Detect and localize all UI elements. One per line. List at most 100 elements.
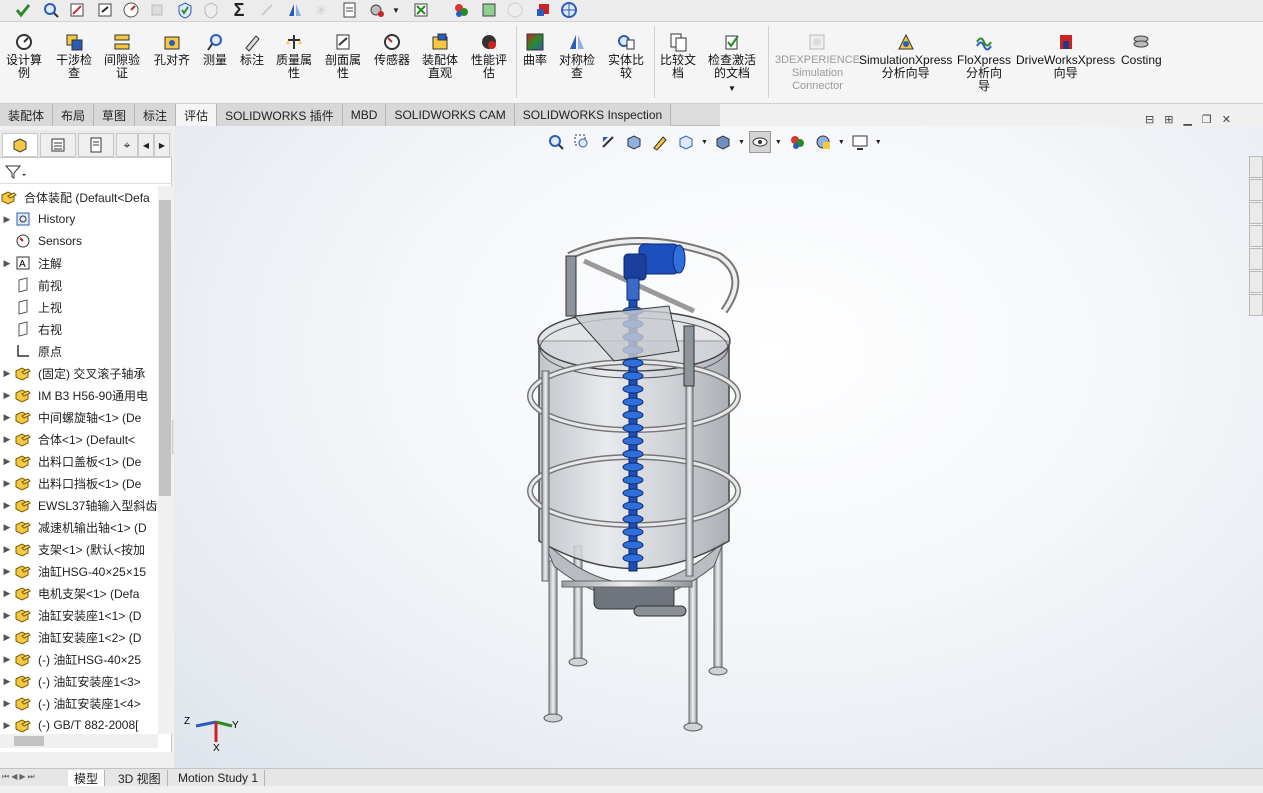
settings-dropdown-icon[interactable] [366,0,388,20]
previous-view-icon[interactable] [597,131,619,153]
check-icon[interactable] [12,0,34,20]
expand-arrow-icon[interactable]: ▶ [0,522,14,533]
dynamic-annotation-icon[interactable] [649,131,671,153]
tree-item[interactable]: ▶ 合体<1> (Default< [0,428,158,450]
file-explorer-icon[interactable] [1249,225,1263,247]
restore-icon[interactable]: ❐ [1202,113,1212,126]
filter-icon[interactable] [4,164,28,183]
tab-mbd[interactable]: MBD [342,104,387,126]
tree-item[interactable]: 上视 [0,296,158,318]
hide-show-items-icon[interactable] [748,131,771,153]
tab-dim-xpert[interactable]: ⌖ [116,133,138,157]
chevron-down-icon[interactable]: ▼ [701,139,708,146]
view-orientation-icon[interactable] [675,131,697,153]
expand-arrow-icon[interactable]: ▶ [0,676,14,687]
expand-arrow-icon[interactable]: ▶ [0,588,14,599]
tab-feature-manager[interactable] [2,133,38,157]
tab-solidworks-inspection[interactable]: SOLIDWORKS Inspection [514,104,672,126]
costing-button[interactable]: Costing [1121,32,1162,67]
tree-vertical-scrollbar[interactable] [158,186,172,734]
chevron-down-icon[interactable]: ▼ [875,139,882,146]
sigma-icon[interactable]: Σ [228,0,250,20]
chevron-down-icon[interactable]: ▼ [738,139,745,146]
zoom-icon[interactable] [40,0,62,20]
symmetry-check-button[interactable]: 对称检 查 [559,32,595,80]
tree-item[interactable]: 原点 [0,340,158,362]
minimize-icon[interactable]: ▁ [1183,113,1191,126]
next-tab-icon[interactable]: ▶ [19,772,25,782]
compare-documents-button[interactable]: 比较文 档 [660,32,696,80]
expand-arrow-icon[interactable]: ▶ [0,566,14,577]
tree-item[interactable]: ▶ EWSL37轴输入型斜齿 [0,494,158,516]
sketch-icon[interactable] [66,0,88,20]
section-properties-button[interactable]: 剖面属 性 [325,32,361,80]
tree-item[interactable]: ▶ 电机支架<1> (Defa [0,582,158,604]
chevron-down-icon[interactable]: ▼ [390,0,402,20]
zoom-to-fit-icon[interactable] [545,131,567,153]
expand-arrow-icon[interactable]: ▶ [0,610,14,621]
performance-evaluation-button[interactable]: 性能评 估 [471,32,507,80]
edit-appearance-icon[interactable] [786,131,808,153]
interference-check-button[interactable]: 干涉检 查 [56,32,92,80]
tree-item[interactable]: ▶ 油缸HSG-40×25×15 [0,560,158,582]
expand-arrow-icon[interactable]: ▶ [0,390,14,401]
tree-item[interactable]: ▶ A 注解 [0,252,158,274]
zoom-area-icon[interactable] [571,131,593,153]
scrollbar-thumb[interactable] [159,200,171,496]
tab-assembly[interactable]: 装配体 [0,104,54,126]
color-tool-icon[interactable] [478,0,500,20]
red-square-icon[interactable] [532,0,554,20]
tree-root-assembly[interactable]: 合体装配 (Default<Defa [0,186,158,208]
home-icon[interactable] [1249,156,1263,178]
body-compare-button[interactable]: 实体比 较 [608,32,644,80]
simulationxpress-button[interactable]: SimulationXpress 分析向导 [859,32,952,80]
tree-item[interactable]: ▶ IM B3 H56-90通用电 [0,384,158,406]
tree-item[interactable]: ▶ 油缸安装座1<1> (D [0,604,158,626]
tab-motion-study[interactable]: Motion Study 1 [172,770,266,786]
expand-arrow-icon[interactable]: ▶ [0,478,14,489]
tab-model[interactable]: 模型 [68,770,106,786]
tree-item[interactable]: ▶ 出料口挡板<1> (De [0,472,158,494]
expand-arrow-icon[interactable]: ▶ [0,632,14,643]
tree-item[interactable]: ▶ 支架<1> (默认<按加 [0,538,158,560]
chevron-down-icon[interactable]: ▼ [728,82,736,95]
mirror-icon[interactable] [284,0,306,20]
tab-evaluate[interactable]: 评估 [176,104,218,126]
rebuild-icon[interactable] [94,0,116,20]
tree-item[interactable]: ▶ (-) GB/T 882-2008[ [0,714,158,734]
tab-configuration-manager[interactable] [78,133,114,157]
hole-align-button[interactable]: 孔对齐 [154,32,190,67]
close-icon[interactable]: ✕ [1222,113,1231,126]
tab-layout[interactable]: 布局 [53,104,95,126]
prev-tab-icon[interactable]: ◀ [11,772,17,782]
tree-item[interactable]: 前视 [0,274,158,296]
expand-arrow-icon[interactable]: ▶ [0,720,14,731]
tree-item[interactable]: ▶ 油缸安装座1<2> (D [0,626,158,648]
tree-item[interactable]: ▶ (固定) 交叉滚子轴承 [0,362,158,384]
check-active-document-button[interactable]: 检查激活 的文档 ▼ [708,32,756,95]
expand-arrow-icon[interactable]: ▶ [0,544,14,555]
close-doc-icon[interactable] [410,0,432,20]
tree-item[interactable]: ▶ 减速机输出轴<1> (D [0,516,158,538]
tree-item[interactable]: ▶ 出料口盖板<1> (De [0,450,158,472]
expand-arrow-icon[interactable]: ▶ [0,434,14,445]
tree-item[interactable]: ▶ 中间螺旋轴<1> (De [0,406,158,428]
previous-icon[interactable]: ⊟ [1145,113,1154,126]
shield-check-icon[interactable] [174,0,196,20]
tab-sketch[interactable]: 草图 [94,104,136,126]
mixer-tank-model[interactable] [174,126,1263,768]
expand-arrow-icon[interactable]: ▶ [0,698,14,709]
display-style-icon[interactable] [712,131,734,153]
globe-icon[interactable] [558,0,580,20]
gauge-icon[interactable] [120,0,142,20]
render-icon[interactable] [450,0,472,20]
tree-item[interactable]: ▶ (-) 油缸安装座1<4> [0,692,158,714]
scroll-right-button[interactable]: ▶ [154,133,170,157]
tree-item[interactable]: ▶ History [0,208,158,230]
design-library-icon[interactable] [1249,202,1263,224]
tab-property-manager[interactable] [40,133,76,157]
tree-item[interactable]: ▶ (-) 油缸安装座1<3> [0,670,158,692]
custom-properties-icon[interactable] [1249,271,1263,293]
tab-markup[interactable]: 标注 [135,104,177,126]
markup-button[interactable]: 标注 [240,32,264,67]
